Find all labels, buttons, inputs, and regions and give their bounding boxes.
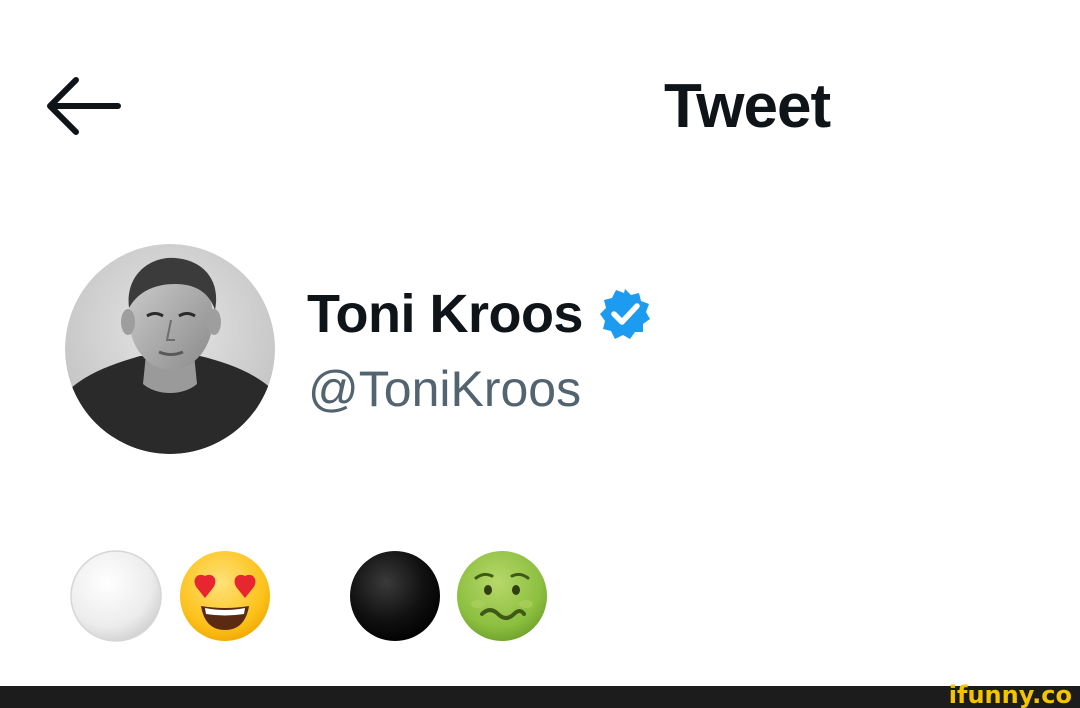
- white-circle-emoji: [68, 548, 164, 644]
- author-display-name[interactable]: Toni Kroos: [307, 280, 583, 348]
- back-button[interactable]: [42, 70, 126, 142]
- black-circle-emoji: [347, 548, 443, 644]
- author-handle[interactable]: @ToniKroos: [308, 357, 581, 421]
- page-title: Tweet: [664, 72, 831, 141]
- verified-badge-icon: [597, 286, 653, 342]
- smiling-face-with-heart-eyes-emoji: [177, 548, 273, 644]
- footer-bar: ifunny.co: [0, 681, 1080, 708]
- profile-photo: [65, 244, 275, 454]
- arrow-left-icon: [42, 70, 126, 142]
- nauseated-face-emoji: [454, 548, 550, 644]
- author-name-row: Toni Kroos: [307, 280, 653, 348]
- tweet-page: Tweet Toni Kroos @ToniKroos ifunny.co: [0, 0, 1080, 708]
- avatar[interactable]: [65, 244, 275, 454]
- ifunny-watermark: ifunny.co: [948, 681, 1072, 708]
